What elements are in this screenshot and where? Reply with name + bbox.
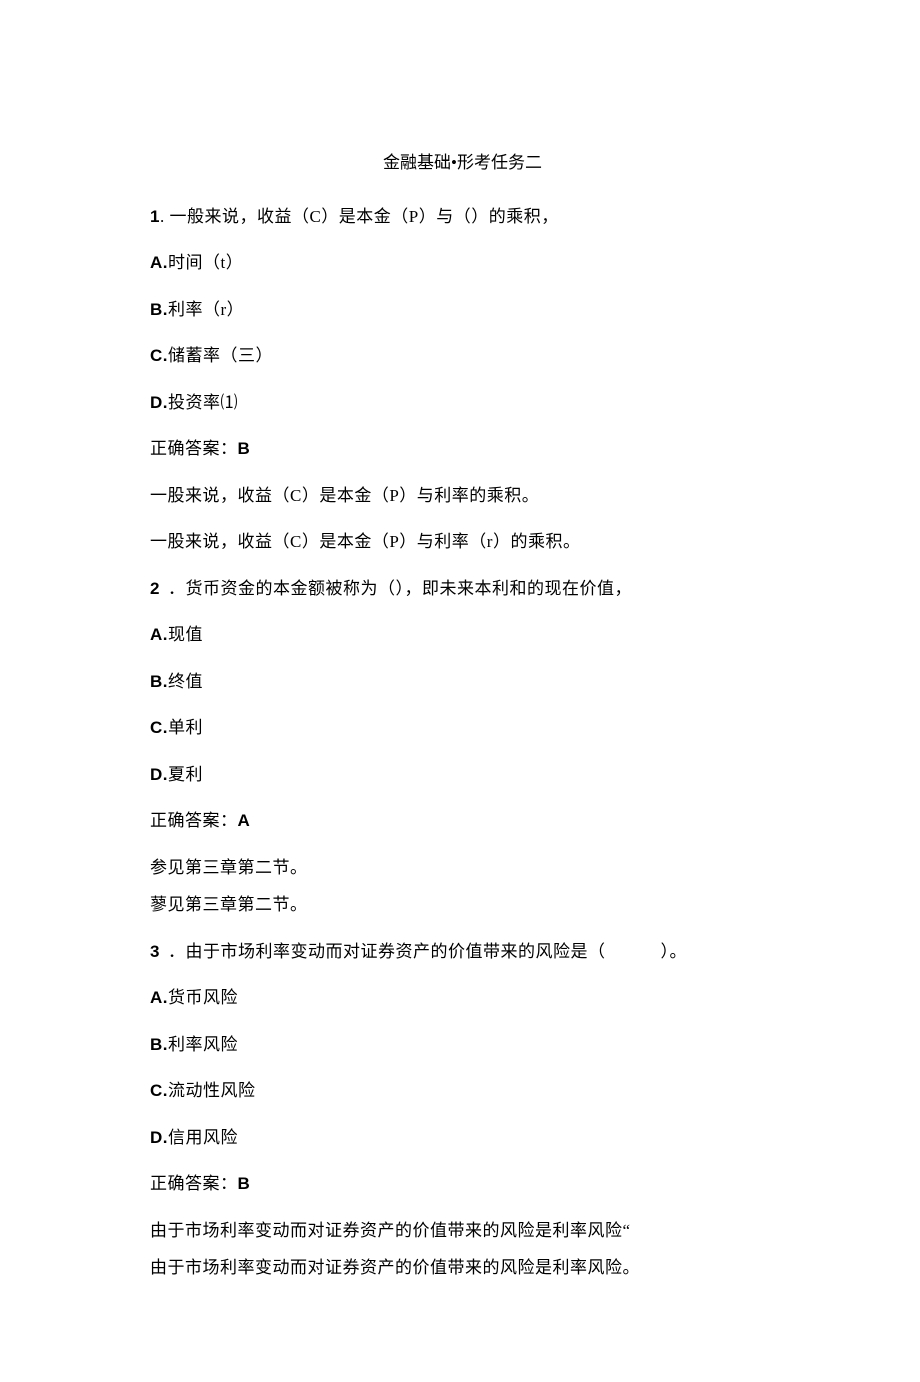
option-label: A. [150, 988, 168, 1007]
q2-option-c: C.单利 [150, 715, 775, 741]
q3-option-d: D.信用风险 [150, 1125, 775, 1151]
option-text: 利率（r） [168, 300, 244, 319]
q2-explanation-1: 参见第三章第二节。 [150, 855, 775, 881]
q3-explanation-2: 由于市场利率变动而对证券资产的价值带来的风险是利率风险。 [150, 1255, 775, 1281]
q2-number: 2 [150, 579, 160, 598]
option-label: D. [150, 393, 168, 412]
q3-option-b: B.利率风险 [150, 1032, 775, 1058]
option-text: 投资率⑴ [168, 393, 238, 412]
q1-prompt: 1. 一般来说，收益（C）是本金（P）与（）的乘积， [150, 204, 775, 230]
answer-label: 正确答案： [150, 1174, 238, 1193]
q1-explanation-2: 一股来说，收益（C）是本金（P）与利率（r）的乘积。 [150, 529, 775, 555]
q3-explanation-1: 由于市场利率变动而对证券资产的价值带来的风险是利率风险“ [150, 1218, 775, 1244]
page-title: 金融基础•形考任务二 [150, 150, 775, 176]
option-label: B. [150, 672, 168, 691]
q1-prompt-text: . 一般来说，收益（C）是本金（P）与（）的乘积， [160, 207, 559, 226]
q1-answer: 正确答案：B [150, 436, 775, 462]
q3-option-c: C.流动性风险 [150, 1078, 775, 1104]
q1-option-c: C.储蓄率（三） [150, 343, 775, 369]
q1-option-b: B.利率（r） [150, 297, 775, 323]
answer-label: 正确答案： [150, 439, 238, 458]
q2-answer: 正确答案：A [150, 808, 775, 834]
option-text: 信用风险 [168, 1128, 238, 1147]
q2-explanation-2: 蓼见第三章第二节。 [150, 892, 775, 918]
q3-prompt-post: ）。 [660, 942, 687, 961]
answer-value: B [238, 439, 251, 458]
option-label: A. [150, 625, 168, 644]
option-label: C. [150, 718, 168, 737]
option-label: B. [150, 1035, 168, 1054]
option-text: 现值 [168, 625, 203, 644]
option-text: 时间（t） [168, 253, 243, 272]
q2-option-d: D.夏利 [150, 762, 775, 788]
answer-value: B [238, 1174, 251, 1193]
q1-number: 1 [150, 207, 160, 226]
option-label: C. [150, 1081, 168, 1100]
option-text: 终值 [168, 672, 203, 691]
q3-option-a: A.货币风险 [150, 985, 775, 1011]
q3-answer: 正确答案：B [150, 1171, 775, 1197]
answer-value: A [238, 811, 251, 830]
q3-prompt-pre: ．由于市场利率变动而对证券资产的价值带来的风险是（ [168, 942, 606, 961]
answer-label: 正确答案： [150, 811, 238, 830]
q3-number: 3 [150, 942, 160, 961]
option-label: D. [150, 765, 168, 784]
q1-explanation-1: 一股来说，收益（C）是本金（P）与利率的乘积。 [150, 483, 775, 509]
option-label: C. [150, 346, 168, 365]
q1-option-a: A.时间（t） [150, 250, 775, 276]
option-text: 储蓄率（三） [168, 346, 273, 365]
option-text: 货币风险 [168, 988, 238, 1007]
option-text: 利率风险 [168, 1035, 238, 1054]
option-text: 夏利 [168, 765, 203, 784]
option-label: D. [150, 1128, 168, 1147]
q1-option-d: D.投资率⑴ [150, 390, 775, 416]
option-text: 单利 [168, 718, 203, 737]
q2-option-b: B.终值 [150, 669, 775, 695]
q2-prompt-text: ．货币资金的本金额被称为（），即未来本利和的现在价值， [168, 579, 632, 598]
q3-prompt: 3 ．由于市场利率变动而对证券资产的价值带来的风险是（ ）。 [150, 939, 775, 965]
q2-prompt: 2 ．货币资金的本金额被称为（），即未来本利和的现在价值， [150, 576, 775, 602]
q2-option-a: A.现值 [150, 622, 775, 648]
option-text: 流动性风险 [168, 1081, 256, 1100]
option-label: B. [150, 300, 168, 319]
document-page: 金融基础•形考任务二 1. 一般来说，收益（C）是本金（P）与（）的乘积， A.… [0, 0, 920, 1382]
option-label: A. [150, 253, 168, 272]
